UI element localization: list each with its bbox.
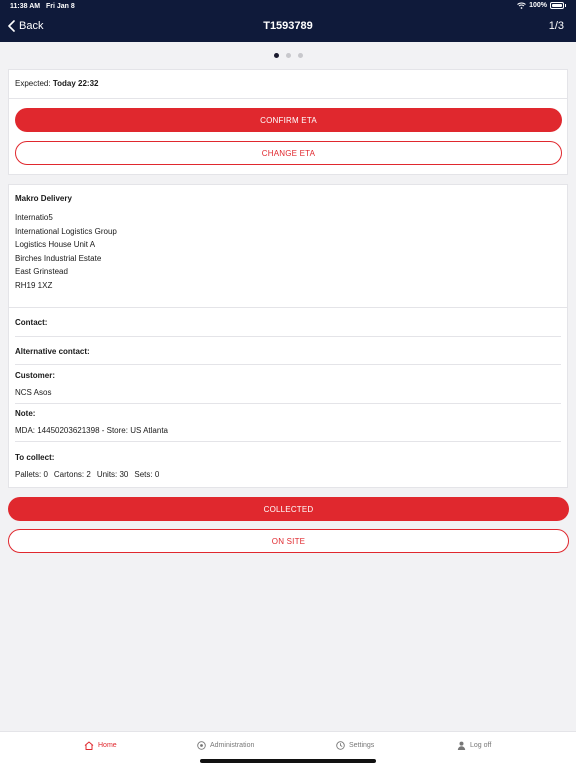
top-header: 11:38 AM Fri Jan 8 100% Back T1593789 1/… (0, 0, 576, 42)
tab-label: Home (98, 742, 117, 749)
note-value: MDA: 14450203621398 - Store: US Atlanta (15, 426, 168, 435)
delivery-address: Internatio5 International Logistics Grou… (15, 211, 117, 293)
customer-value: NCS Asos (15, 388, 52, 397)
battery-percent: 100% (529, 2, 547, 9)
sets-count: Sets: 0 (134, 470, 160, 479)
divider (9, 98, 567, 99)
to-collect-label: To collect: (15, 453, 55, 462)
confirm-eta-button[interactable]: CONFIRM ETA (15, 108, 562, 132)
contact-label: Contact: (15, 318, 48, 327)
page-title: T1593789 (263, 20, 313, 32)
expected-value: Today 22:32 (52, 79, 99, 88)
divider (15, 441, 561, 442)
pager-dot-1[interactable] (273, 53, 279, 58)
collected-button[interactable]: COLLECTED (8, 497, 569, 521)
tab-label: Administration (210, 742, 255, 749)
delivery-details-card: Makro Delivery Internatio5 International… (8, 184, 568, 488)
page-indicator: 1/3 (548, 20, 564, 32)
battery-icon (550, 2, 564, 9)
on-site-button[interactable]: ON SITE (8, 529, 569, 553)
delivery-name: Makro Delivery (15, 194, 72, 203)
tab-home[interactable]: Home (84, 741, 117, 750)
address-line: Internatio5 (15, 213, 53, 222)
change-eta-button[interactable]: CHANGE ETA (15, 141, 562, 165)
status-time: 11:38 AM (10, 3, 41, 10)
customer-label: Customer: (15, 371, 56, 380)
divider (15, 403, 561, 404)
home-icon (84, 741, 94, 750)
units-count: Units: 30 (96, 470, 129, 479)
cartons-count: Cartons: 2 (53, 470, 91, 479)
status-indicators: 100% (517, 2, 566, 9)
administration-icon (197, 741, 206, 750)
address-line: Logistics House Unit A (15, 240, 96, 250)
address-line: Birches Industrial Estate (15, 253, 102, 263)
status-date: Fri Jan 8 (46, 3, 75, 10)
expected-label: Expected: (15, 79, 51, 88)
divider (15, 364, 561, 365)
tab-label: Settings (349, 742, 375, 749)
address-line: International Logistics Group (15, 226, 117, 236)
alternative-contact-label: Alternative contact: (15, 347, 90, 356)
tab-settings[interactable]: Settings (336, 741, 374, 750)
address-line: East Grinstead (15, 267, 68, 277)
collect-quantities: Pallets: 0 Cartons: 2 Units: 30 Sets: 0 (15, 470, 159, 479)
status-bar: 11:38 AM Fri Jan 8 100% (0, 0, 576, 14)
divider (15, 336, 561, 337)
pager-dots[interactable] (0, 53, 576, 58)
user-icon (457, 741, 466, 750)
address-line: RH19 1XZ (15, 280, 53, 290)
pager-dot-3[interactable] (297, 53, 303, 58)
wifi-icon (517, 2, 526, 9)
note-label: Note: (15, 409, 36, 418)
battery-tip (565, 4, 566, 7)
divider (9, 307, 567, 308)
home-indicator[interactable] (200, 759, 376, 763)
tab-log-off[interactable]: Log off (457, 741, 491, 750)
pallets-count: Pallets: 0 (15, 470, 48, 479)
settings-icon (336, 741, 345, 750)
expected-time: Expected: Today 22:32 (15, 79, 98, 88)
pager-dot-2[interactable] (285, 53, 291, 58)
tab-label: Log off (470, 742, 492, 749)
eta-card: Expected: Today 22:32 CONFIRM ETA CHANGE… (8, 69, 568, 175)
tab-administration[interactable]: Administration (197, 741, 254, 750)
